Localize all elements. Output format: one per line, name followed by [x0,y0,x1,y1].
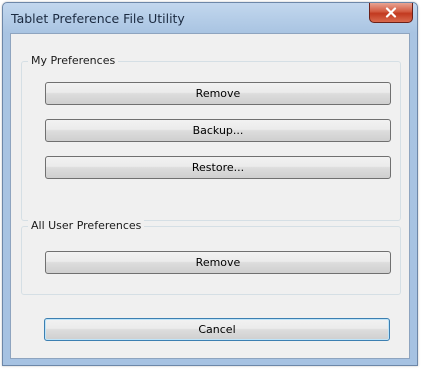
window-title: Tablet Preference File Utility [11,11,185,26]
all-user-preferences-caption: All User Preferences [28,219,145,232]
my-preferences-caption: My Preferences [28,54,119,67]
close-button[interactable] [369,3,413,23]
cancel-button[interactable]: Cancel [44,318,390,341]
dialog-client-area: My Preferences Remove Backup... Restore.… [10,33,410,359]
restore-button[interactable]: Restore... [45,156,391,179]
my-preferences-group: My Preferences Remove Backup... Restore.… [21,54,401,221]
close-x-icon [385,7,397,18]
title-bar[interactable]: Tablet Preference File Utility [3,3,417,35]
all-users-remove-button[interactable]: Remove [45,251,391,274]
my-preferences-remove-button[interactable]: Remove [45,82,391,105]
dialog-window: Tablet Preference File Utility My Prefer… [2,2,418,366]
all-user-preferences-group: All User Preferences Remove [21,219,401,295]
backup-button[interactable]: Backup... [45,119,391,142]
